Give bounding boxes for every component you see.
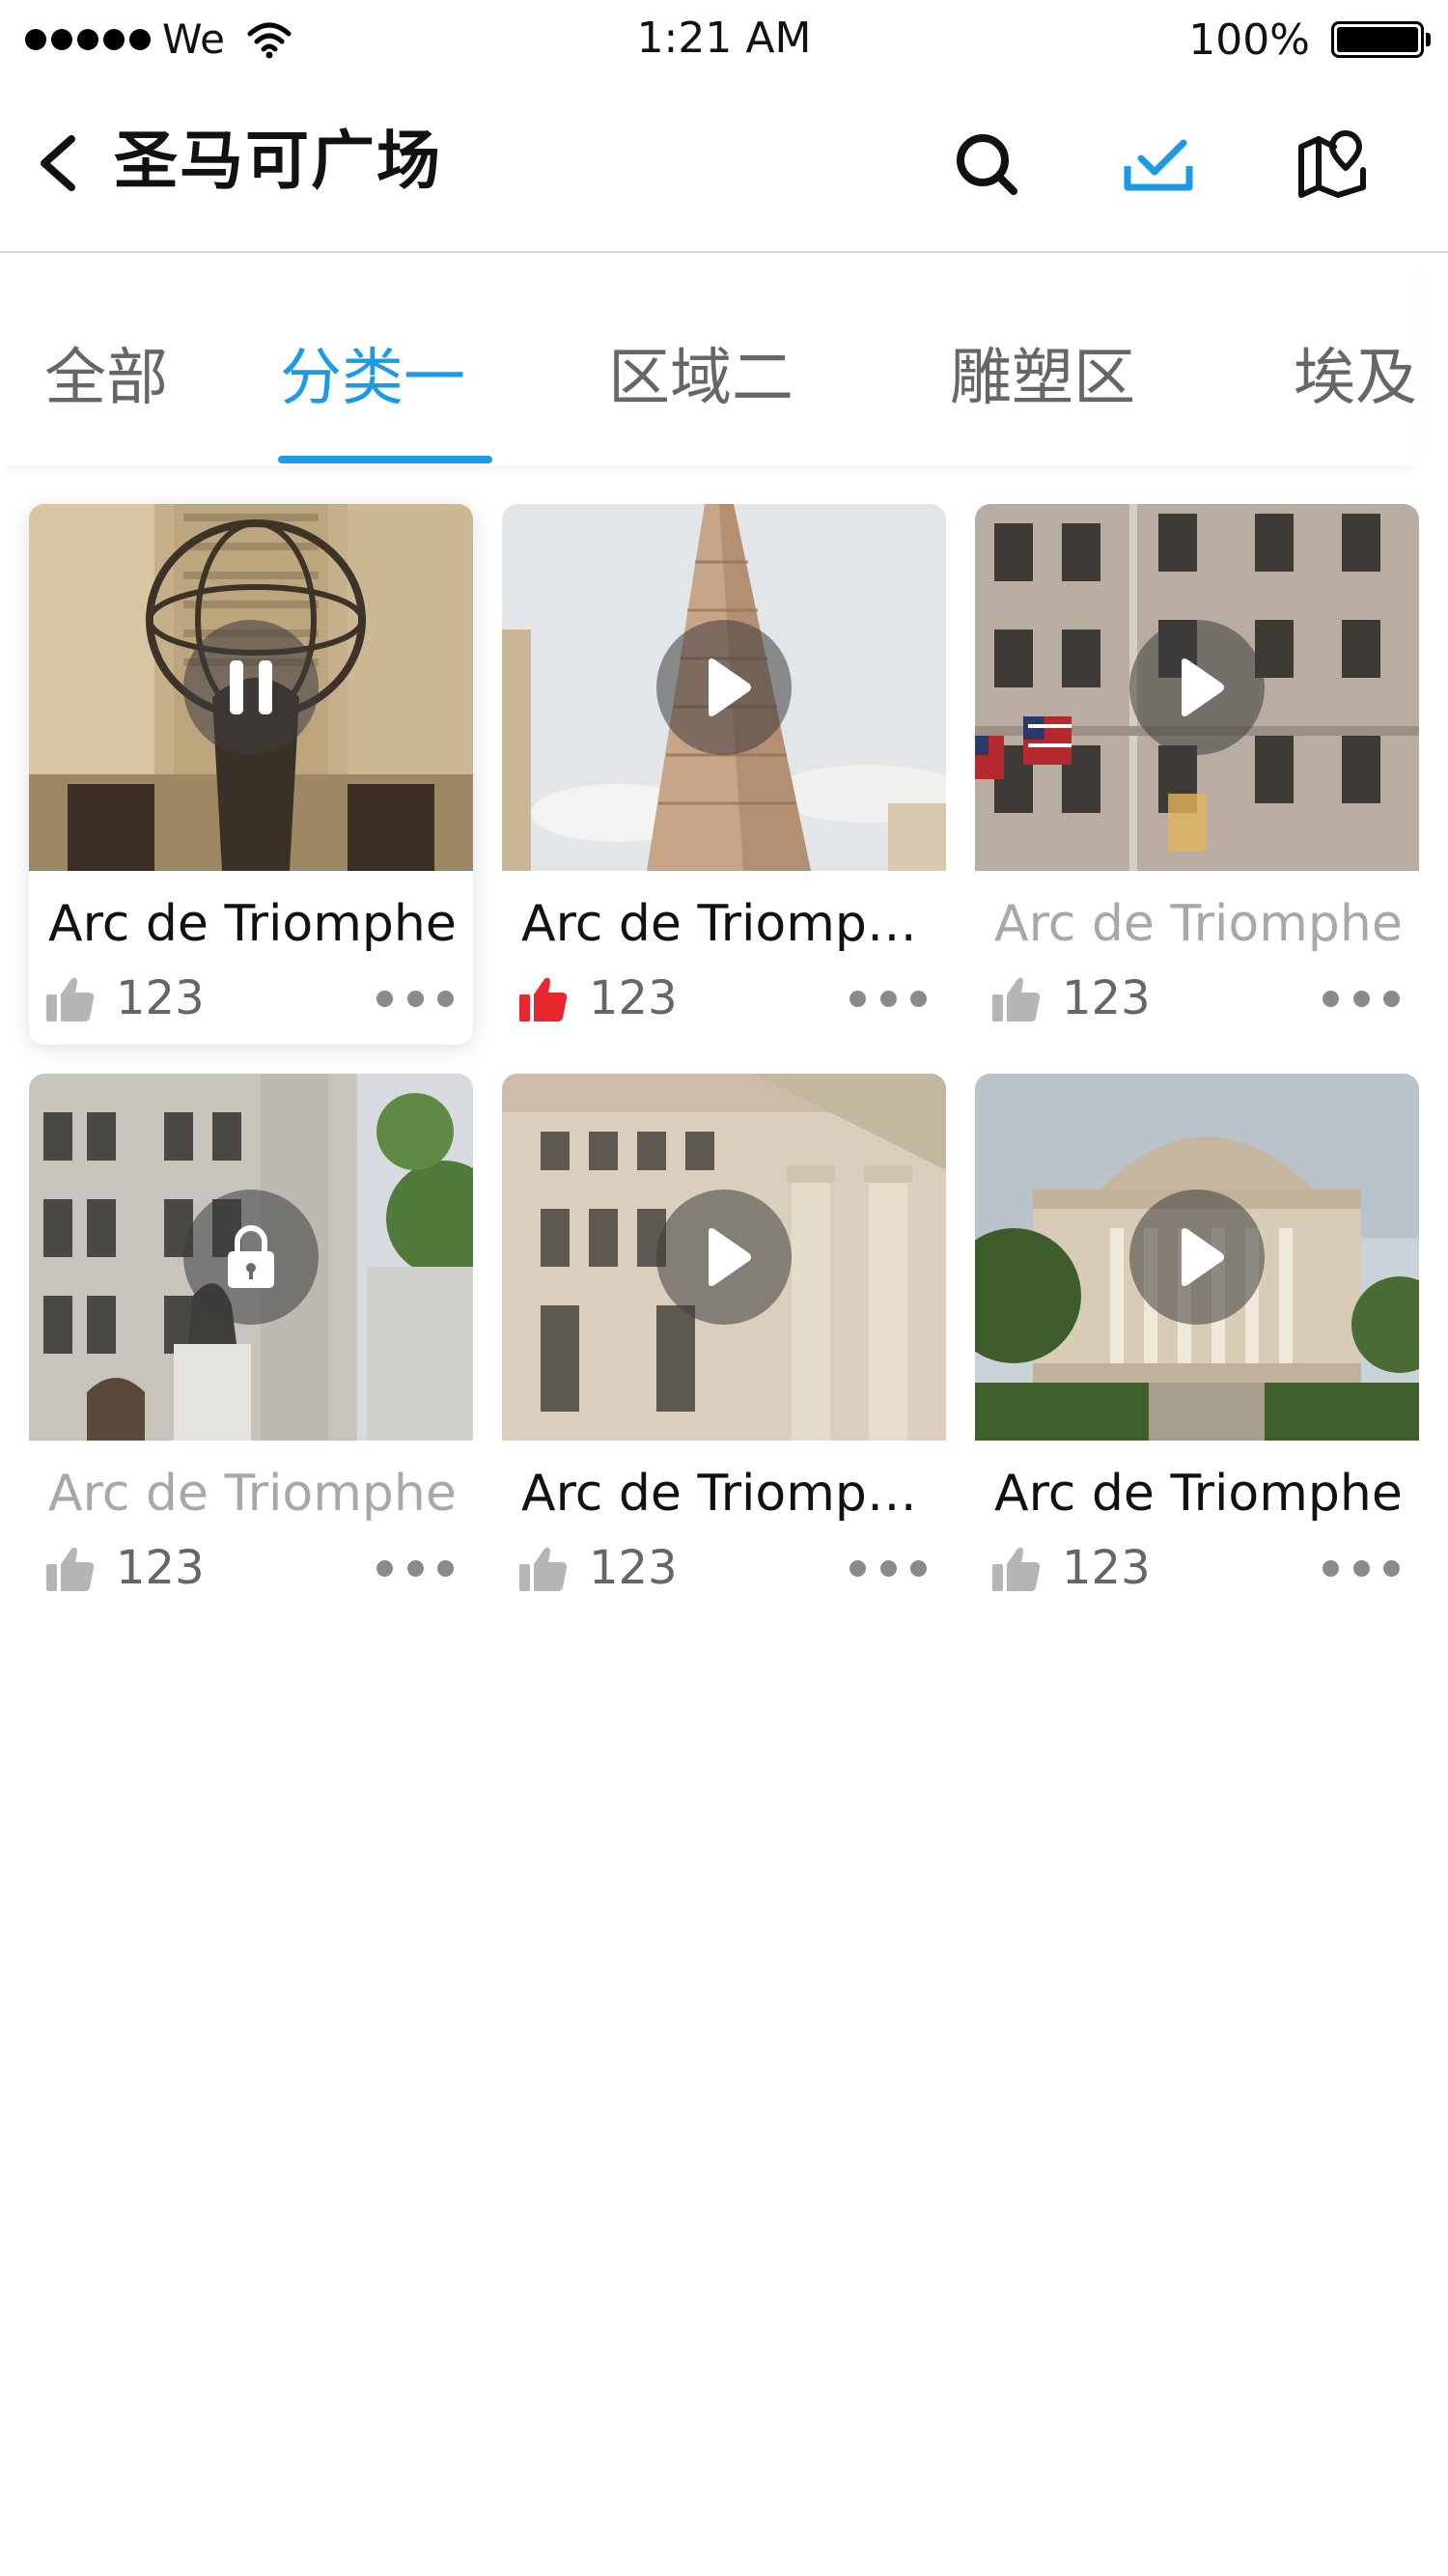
thumbnail: [29, 1074, 473, 1441]
search-button[interactable]: [948, 126, 1025, 203]
item-title: Arc de Triomphe: [994, 895, 1403, 953]
like-button[interactable]: 123: [519, 1539, 678, 1597]
thumbnail: [502, 504, 946, 871]
tab-sculpture[interactable]: 雕塑区: [950, 340, 1135, 417]
list-item[interactable]: Arc de Triompheeee 123: [502, 504, 946, 1045]
thumbs-up-icon: [46, 977, 95, 1022]
more-options-icon[interactable]: [849, 1549, 927, 1587]
thumbs-up-icon: [519, 1547, 568, 1591]
active-tab-indicator: [278, 456, 492, 463]
status-right: 100%: [1188, 14, 1431, 66]
list-item[interactable]: Arc de Triompheeee 123: [502, 1074, 946, 1614]
play-icon: [1182, 1228, 1224, 1286]
play-icon: [1182, 658, 1224, 716]
like-count: 123: [1062, 971, 1151, 1025]
check-all-button[interactable]: [1120, 126, 1197, 203]
list-item[interactable]: Arc de Triomphe 123: [975, 1074, 1419, 1614]
play-button[interactable]: [656, 620, 792, 755]
like-button[interactable]: 123: [46, 1539, 205, 1597]
search-icon: [957, 134, 1017, 195]
like-count: 123: [1062, 1541, 1151, 1595]
map-button[interactable]: [1294, 126, 1371, 203]
like-button[interactable]: 123: [46, 969, 205, 1027]
map-pin-icon: [1298, 130, 1366, 198]
like-count: 123: [116, 1541, 205, 1595]
pause-icon: [230, 660, 272, 714]
item-title: Arc de Triomphe: [48, 1465, 457, 1523]
back-icon[interactable]: [29, 129, 87, 197]
more-options-icon[interactable]: [1323, 1549, 1400, 1587]
tab-area-two[interactable]: 区域二: [608, 340, 794, 417]
more-options-icon[interactable]: [1323, 979, 1400, 1018]
like-button[interactable]: 123: [992, 969, 1151, 1027]
thumbs-up-icon: [46, 1547, 95, 1591]
tab-category-one[interactable]: 分类一: [280, 340, 465, 417]
inbox-check-icon: [1124, 139, 1193, 191]
category-tabs: 全部 分类一 区域二 雕塑区 埃及馆: [0, 253, 1419, 465]
pause-button[interactable]: [183, 620, 319, 755]
item-title: Arc de Triomphe: [48, 895, 457, 953]
status-bar: We 1:21 AM 100%: [0, 0, 1448, 81]
like-count: 123: [116, 971, 205, 1025]
lock-icon: [228, 1225, 274, 1288]
list-item[interactable]: Arc de Triomphe 123: [975, 504, 1419, 1045]
more-options-icon[interactable]: [376, 979, 454, 1018]
tab-all[interactable]: 全部: [44, 340, 168, 417]
play-button[interactable]: [656, 1190, 792, 1325]
tab-egypt-hall[interactable]: 埃及馆: [1294, 340, 1419, 417]
list-item[interactable]: Arc de Triomphe 123: [29, 504, 473, 1045]
like-count: 123: [589, 971, 678, 1025]
item-title: Arc de Triompheeee: [521, 895, 932, 953]
thumbs-up-icon: [992, 1547, 1041, 1591]
play-button[interactable]: [1129, 1190, 1265, 1325]
play-icon: [709, 658, 751, 716]
page-title: 圣马可广场: [114, 124, 442, 198]
play-button[interactable]: [1129, 620, 1265, 755]
thumbs-up-icon: [519, 977, 568, 1022]
thumbnail: [502, 1074, 946, 1441]
like-button[interactable]: 123: [519, 969, 678, 1027]
like-count: 123: [589, 1541, 678, 1595]
locked-button[interactable]: [183, 1190, 319, 1325]
thumbnail: [975, 1074, 1419, 1441]
more-options-icon[interactable]: [849, 979, 927, 1018]
more-options-icon[interactable]: [376, 1549, 454, 1587]
battery-percent: 100%: [1188, 14, 1310, 65]
item-title: Arc de Triompheeee: [521, 1465, 932, 1523]
thumbnail: [975, 504, 1419, 871]
nav-bar: 圣马可广场: [0, 81, 1448, 253]
battery-icon: [1331, 21, 1424, 58]
item-title: Arc de Triomphe: [994, 1465, 1403, 1523]
play-icon: [709, 1228, 751, 1286]
like-button[interactable]: 123: [992, 1539, 1151, 1597]
thumbnail: [29, 504, 473, 871]
thumbs-up-icon: [992, 977, 1041, 1022]
list-item[interactable]: Arc de Triomphe 123: [29, 1074, 473, 1614]
